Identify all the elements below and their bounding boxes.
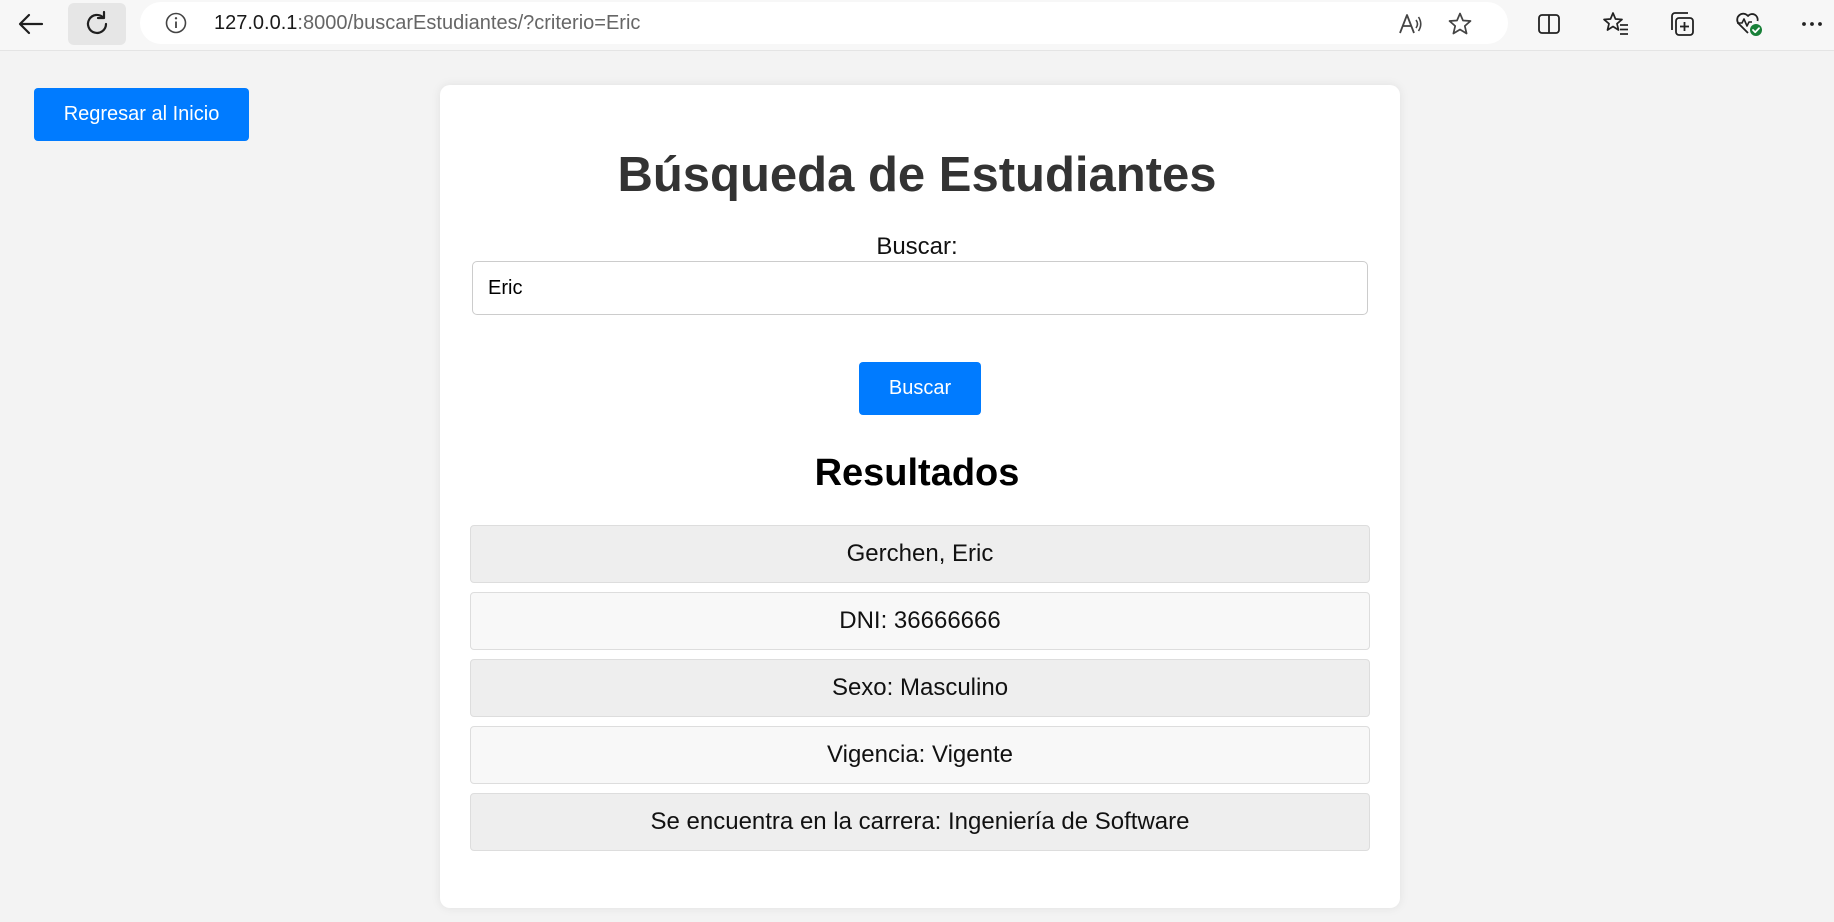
search-button[interactable]: Buscar [859,362,981,415]
result-sex: Sexo: Masculino [470,659,1370,717]
back-arrow-icon [18,13,44,35]
collections-button[interactable] [1666,8,1698,40]
search-input[interactable] [472,261,1368,315]
favorites-icon [1603,12,1628,35]
home-button[interactable]: Regresar al Inicio [34,88,249,141]
browser-essentials-button[interactable] [1733,8,1765,40]
result-name: Gerchen, Eric [470,525,1370,583]
search-label: Buscar: [876,233,958,260]
read-aloud-icon [1399,14,1422,34]
url-path: :8000/buscarEstudiantes/?criterio=Eric [297,12,641,34]
reload-button[interactable] [68,3,126,45]
split-screen-button[interactable] [1533,8,1565,40]
favorite-star-icon [1448,12,1472,35]
browser-essentials-icon [1736,12,1762,36]
result-career: Se encuentra en la carrera: Ingeniería d… [470,793,1370,851]
result-status: Vigencia: Vigente [470,726,1370,784]
url-text[interactable]: 127.0.0.1:8000/buscarEstudiantes/?criter… [214,12,640,35]
results-list: Gerchen, Eric DNI: 36666666 Sexo: Mascul… [470,525,1370,860]
split-screen-icon [1538,14,1560,34]
result-dni: DNI: 36666666 [470,592,1370,650]
read-aloud-button[interactable] [1396,10,1424,38]
favorites-button[interactable] [1600,8,1632,40]
info-icon[interactable] [165,12,187,34]
collections-icon [1671,12,1694,36]
url-host: 127.0.0.1 [214,12,298,34]
results-title: Resultados [814,452,1020,494]
address-bar[interactable]: 127.0.0.1:8000/buscarEstudiantes/?criter… [140,2,1508,44]
more-button[interactable] [1796,8,1828,40]
browser-toolbar: 127.0.0.1:8000/buscarEstudiantes/?criter… [0,0,1834,51]
back-button[interactable] [2,3,60,45]
more-icon [1802,22,1822,26]
add-favorite-button[interactable] [1446,10,1474,38]
reload-icon [86,10,108,34]
page-title: Búsqueda de Estudiantes [617,148,1217,202]
